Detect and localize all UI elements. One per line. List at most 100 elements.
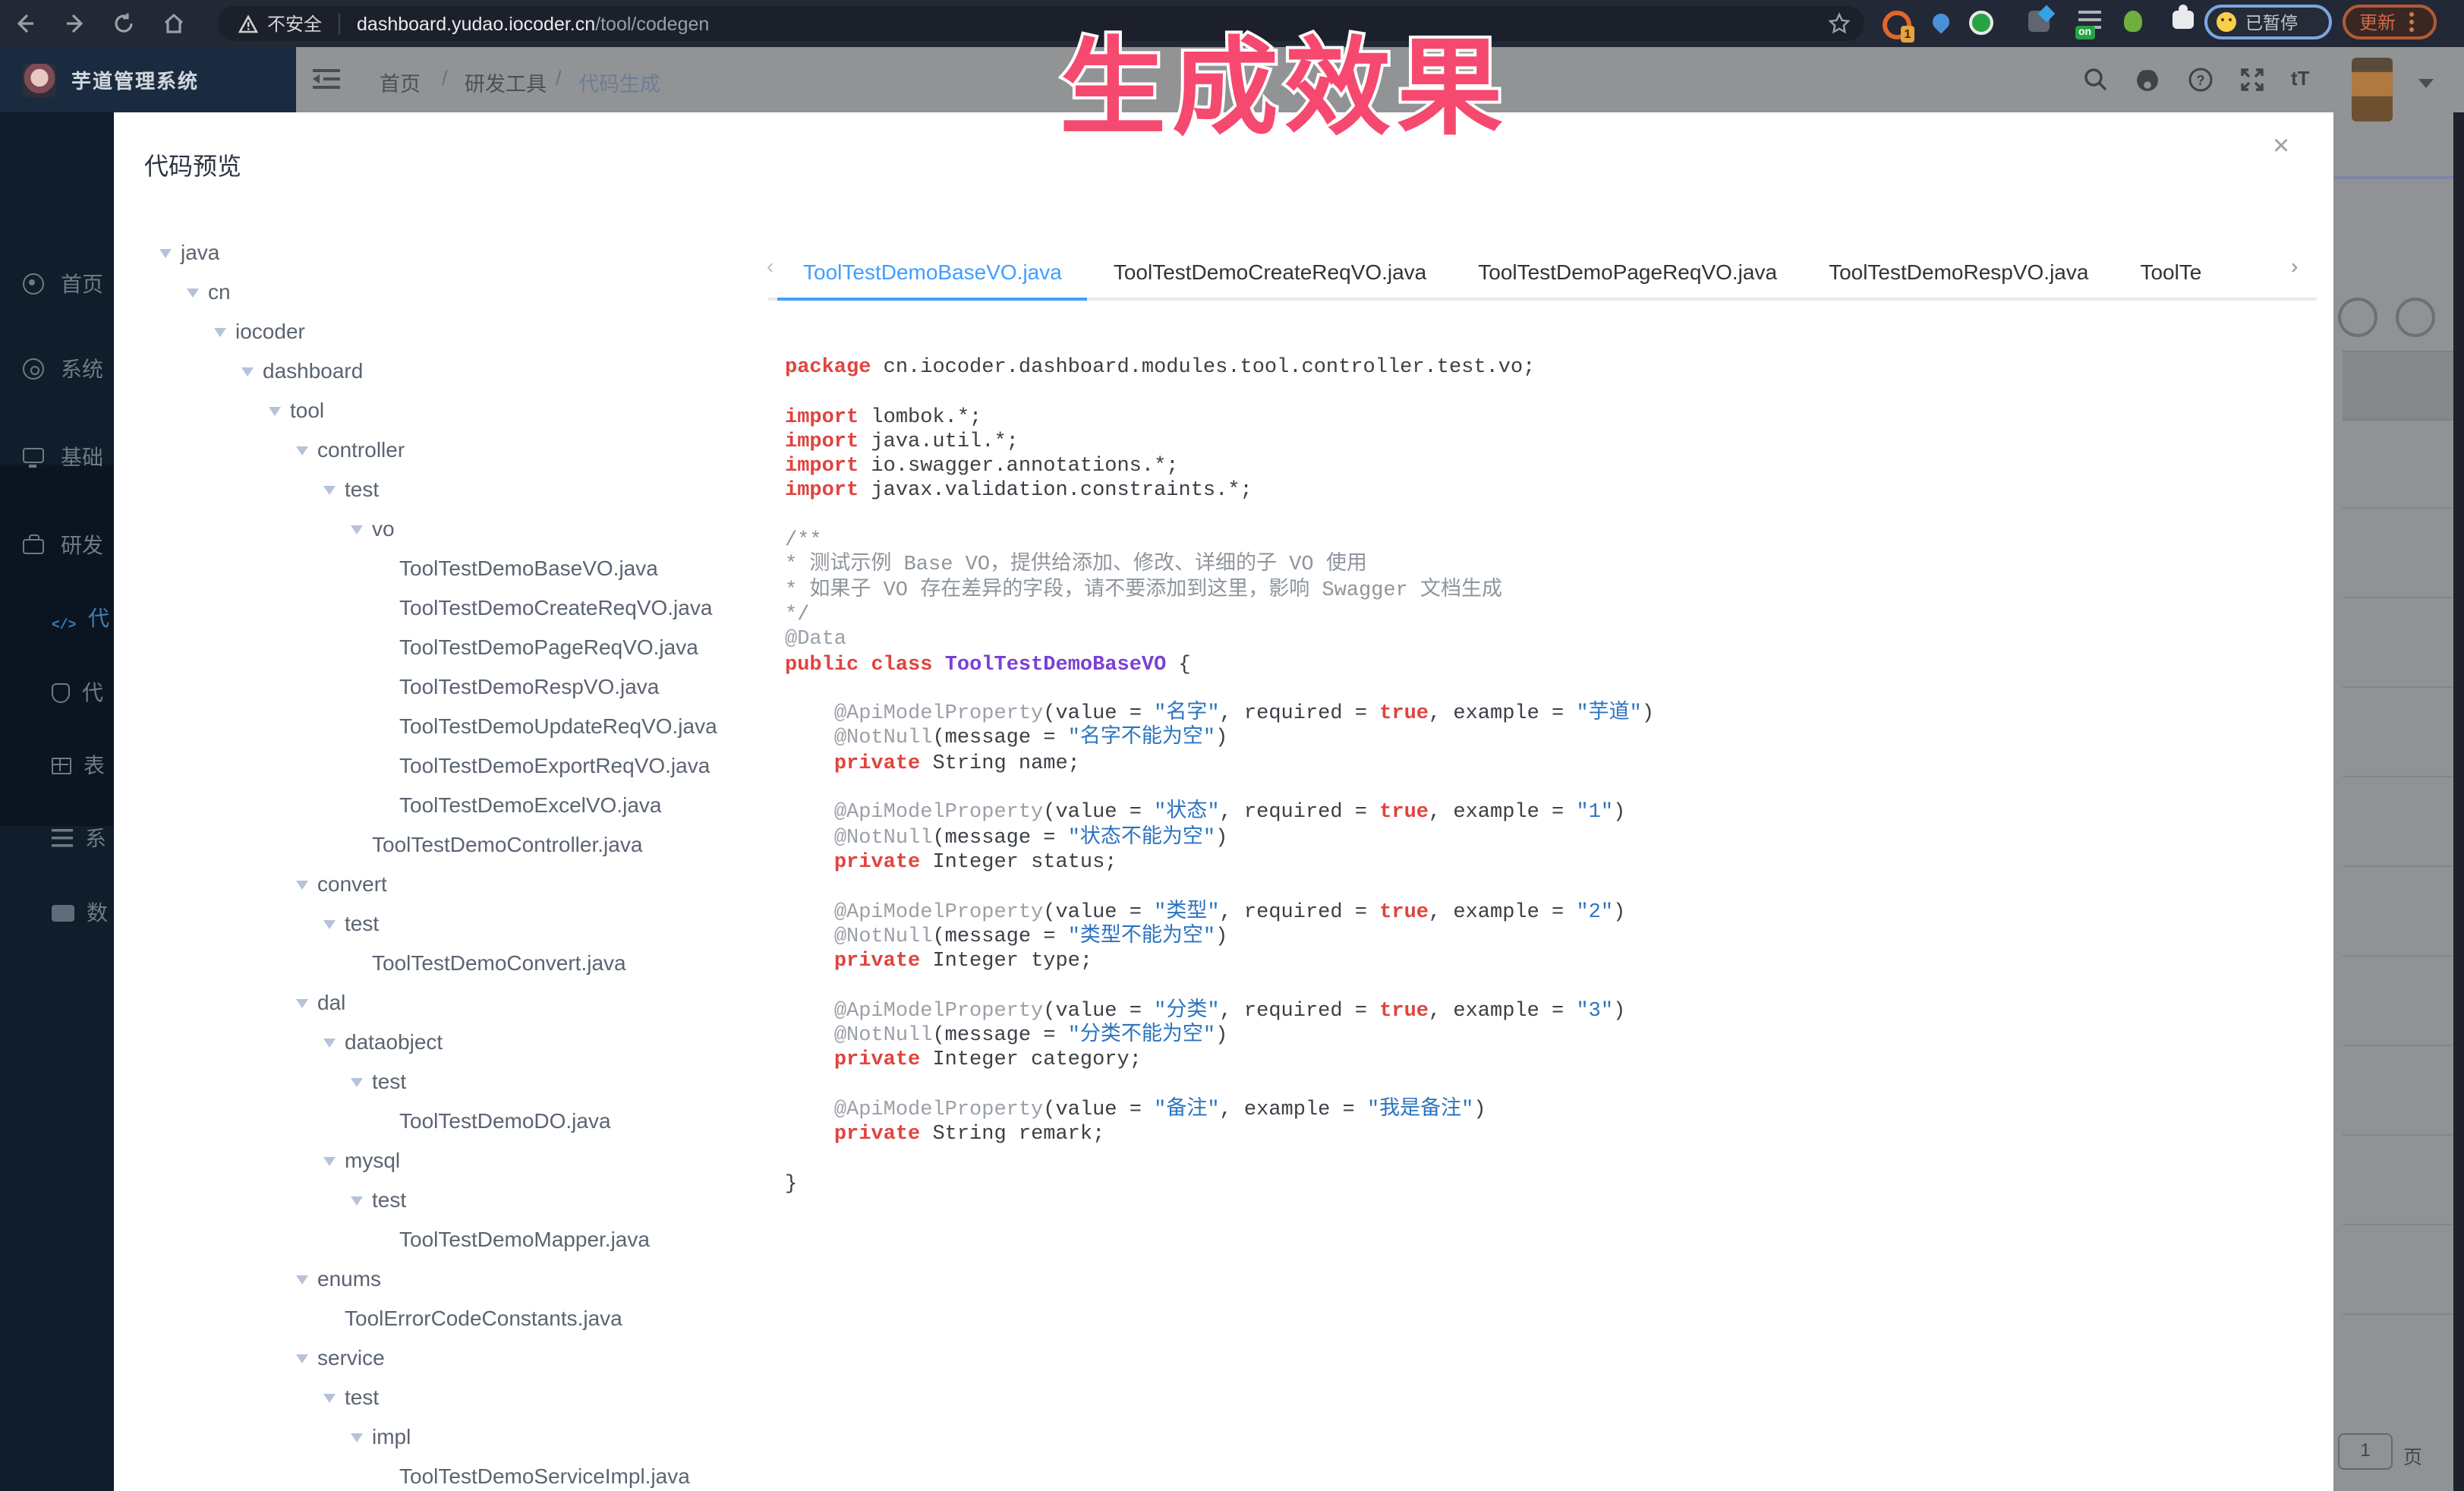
close-icon[interactable]: × <box>2273 132 2289 161</box>
sidebar-subitem-1[interactable]: 代 <box>0 598 114 638</box>
tree-node-file[interactable]: ToolTestDemoExportReqVO.java <box>114 746 777 785</box>
sidebar-subitem-2[interactable]: 代 <box>0 673 114 712</box>
extension-icon-5[interactable]: on <box>2078 11 2101 29</box>
profile-paused-button[interactable]: 已暂停 <box>2204 5 2332 39</box>
search-round-button[interactable] <box>2338 298 2377 337</box>
extension-icon-6[interactable] <box>2124 11 2142 32</box>
tree-node-file[interactable]: ToolTestDemoConvert.java <box>114 943 777 982</box>
tab-3[interactable]: ToolTestDemoPageReqVO.java <box>1452 243 1803 301</box>
tree-node-folder[interactable]: enums <box>114 1259 777 1298</box>
refresh-icon[interactable] <box>111 11 137 36</box>
caret-down-icon[interactable] <box>159 241 181 263</box>
tree-node-folder[interactable]: dashboard <box>114 351 777 390</box>
tree-node-folder[interactable]: controller <box>114 430 777 469</box>
caret-down-icon[interactable] <box>323 912 345 935</box>
refresh-round-button[interactable] <box>2396 298 2435 337</box>
tree-node-folder[interactable]: impl <box>114 1417 777 1456</box>
tree-node-file[interactable]: ToolTestDemoRespVO.java <box>114 667 777 706</box>
tree-node-folder[interactable]: test <box>114 1180 777 1219</box>
tabs-scroll-left-icon[interactable]: ‹ <box>767 254 774 278</box>
home-icon[interactable] <box>161 11 187 36</box>
tree-node-folder[interactable]: test <box>114 1377 777 1417</box>
tree-node-folder[interactable]: test <box>114 1061 777 1101</box>
caret-down-icon[interactable] <box>323 1385 345 1408</box>
breadcrumb-tools[interactable]: 研发工具 <box>465 67 547 97</box>
tree-node-file[interactable]: ToolTestDemoServiceImpl.java <box>114 1456 777 1491</box>
user-avatar[interactable] <box>2352 58 2393 121</box>
tree-node-file[interactable]: ToolTestDemoExcelVO.java <box>114 785 777 824</box>
tree-node-folder[interactable]: dataobject <box>114 1022 777 1061</box>
tree-node-folder[interactable]: mysql <box>114 1140 777 1180</box>
tree-node-folder[interactable]: tool <box>114 390 777 430</box>
tree-node-file[interactable]: ToolTestDemoPageReqVO.java <box>114 627 777 667</box>
github-icon[interactable] <box>2135 67 2160 93</box>
tab-1[interactable]: ToolTestDemoBaseVO.java <box>777 243 1088 301</box>
tabs-scroll-right-icon[interactable]: › <box>2291 254 2298 278</box>
sidebar-item-1[interactable]: 首页 <box>0 264 114 304</box>
extensions-puzzle-icon[interactable] <box>2173 11 2194 29</box>
tree-node-file[interactable]: ToolTestDemoDO.java <box>114 1101 777 1140</box>
sidebar-subitem-5[interactable]: 数 <box>0 893 114 932</box>
page-number-input[interactable]: 1 <box>2338 1433 2393 1470</box>
caret-down-icon[interactable] <box>296 1267 317 1290</box>
breadcrumb-home[interactable]: 首页 <box>380 67 421 97</box>
help-icon[interactable]: ? <box>2188 67 2214 93</box>
extension-icon-2[interactable] <box>1933 11 1949 30</box>
search-icon[interactable] <box>2083 67 2109 93</box>
tab-5[interactable]: ToolTe <box>2114 243 2227 301</box>
chevron-down-icon[interactable] <box>2418 79 2434 96</box>
caret-down-icon[interactable] <box>351 517 372 540</box>
tree-node-folder[interactable]: vo <box>114 509 777 548</box>
sidebar-item-4[interactable]: 研发 <box>0 525 114 565</box>
tree-node-folder[interactable]: dal <box>114 982 777 1022</box>
caret-down-icon[interactable] <box>241 359 263 382</box>
browser-update-button[interactable]: 更新 <box>2343 5 2437 39</box>
tab-4[interactable]: ToolTestDemoRespVO.java <box>1803 243 2114 301</box>
sidebar-subitem-3[interactable]: 表 <box>0 746 114 785</box>
tree-node-folder[interactable]: service <box>114 1338 777 1377</box>
sidebar-subitem-4[interactable]: 系 <box>0 818 114 858</box>
tree-node-folder[interactable]: test <box>114 903 777 943</box>
caret-down-icon[interactable] <box>323 1149 345 1171</box>
back-icon[interactable] <box>12 11 38 36</box>
tree-node-file[interactable]: ToolTestDemoUpdateReqVO.java <box>114 706 777 746</box>
tree-node-folder[interactable]: iocoder <box>114 311 777 351</box>
tree-node-folder[interactable]: convert <box>114 864 777 903</box>
sidebar-item-2[interactable]: 系统 <box>0 349 114 389</box>
tree-node-folder[interactable]: java <box>114 232 777 272</box>
caret-down-icon[interactable] <box>351 1070 372 1092</box>
caret-down-icon[interactable] <box>351 1425 372 1448</box>
caret-down-icon[interactable] <box>323 1030 345 1053</box>
sidebar-item-3[interactable]: 基础 <box>0 437 114 477</box>
tab-2[interactable]: ToolTestDemoCreateReqVO.java <box>1088 243 1452 301</box>
tree-node-file[interactable]: ToolTestDemoMapper.java <box>114 1219 777 1259</box>
caret-down-icon[interactable] <box>351 1188 372 1211</box>
caret-down-icon[interactable] <box>296 438 317 461</box>
browser-scrollbar[interactable] <box>2453 112 2464 1491</box>
tree-node-file[interactable]: ToolTestDemoController.java <box>114 824 777 864</box>
address-bar[interactable]: 不安全 dashboard.yudao.iocoder.cn/tool/code… <box>217 6 1864 41</box>
caret-down-icon[interactable] <box>214 320 235 342</box>
breadcrumb-codegen: 代码生成 <box>578 67 660 97</box>
caret-down-icon[interactable] <box>296 872 317 895</box>
tree-node-folder[interactable]: cn <box>114 272 777 311</box>
bookmark-star-icon[interactable] <box>1828 12 1851 35</box>
caret-down-icon[interactable] <box>296 1346 317 1369</box>
caret-down-icon[interactable] <box>269 399 290 421</box>
tree-node-file[interactable]: ToolTestDemoCreateReqVO.java <box>114 588 777 627</box>
fullscreen-icon[interactable] <box>2239 67 2265 93</box>
tree-node-folder[interactable]: test <box>114 469 777 509</box>
tree-node-file[interactable]: ToolErrorCodeConstants.java <box>114 1298 777 1338</box>
forward-icon[interactable] <box>62 11 88 36</box>
font-size-icon[interactable]: tT <box>2291 67 2317 93</box>
extension-icon-3[interactable] <box>1969 11 1993 35</box>
extension-icon-1[interactable]: 1 <box>1883 11 1911 39</box>
caret-down-icon[interactable] <box>296 991 317 1013</box>
sidebar-collapse-icon[interactable] <box>313 68 340 90</box>
caret-down-icon[interactable] <box>187 280 208 303</box>
app-logo[interactable]: 芋道管理系统 <box>0 47 296 112</box>
extension-icon-4[interactable] <box>2028 11 2050 32</box>
caret-down-icon[interactable] <box>323 478 345 500</box>
tree-node-file[interactable]: ToolTestDemoBaseVO.java <box>114 548 777 588</box>
security-label[interactable]: 不安全 <box>267 11 322 36</box>
